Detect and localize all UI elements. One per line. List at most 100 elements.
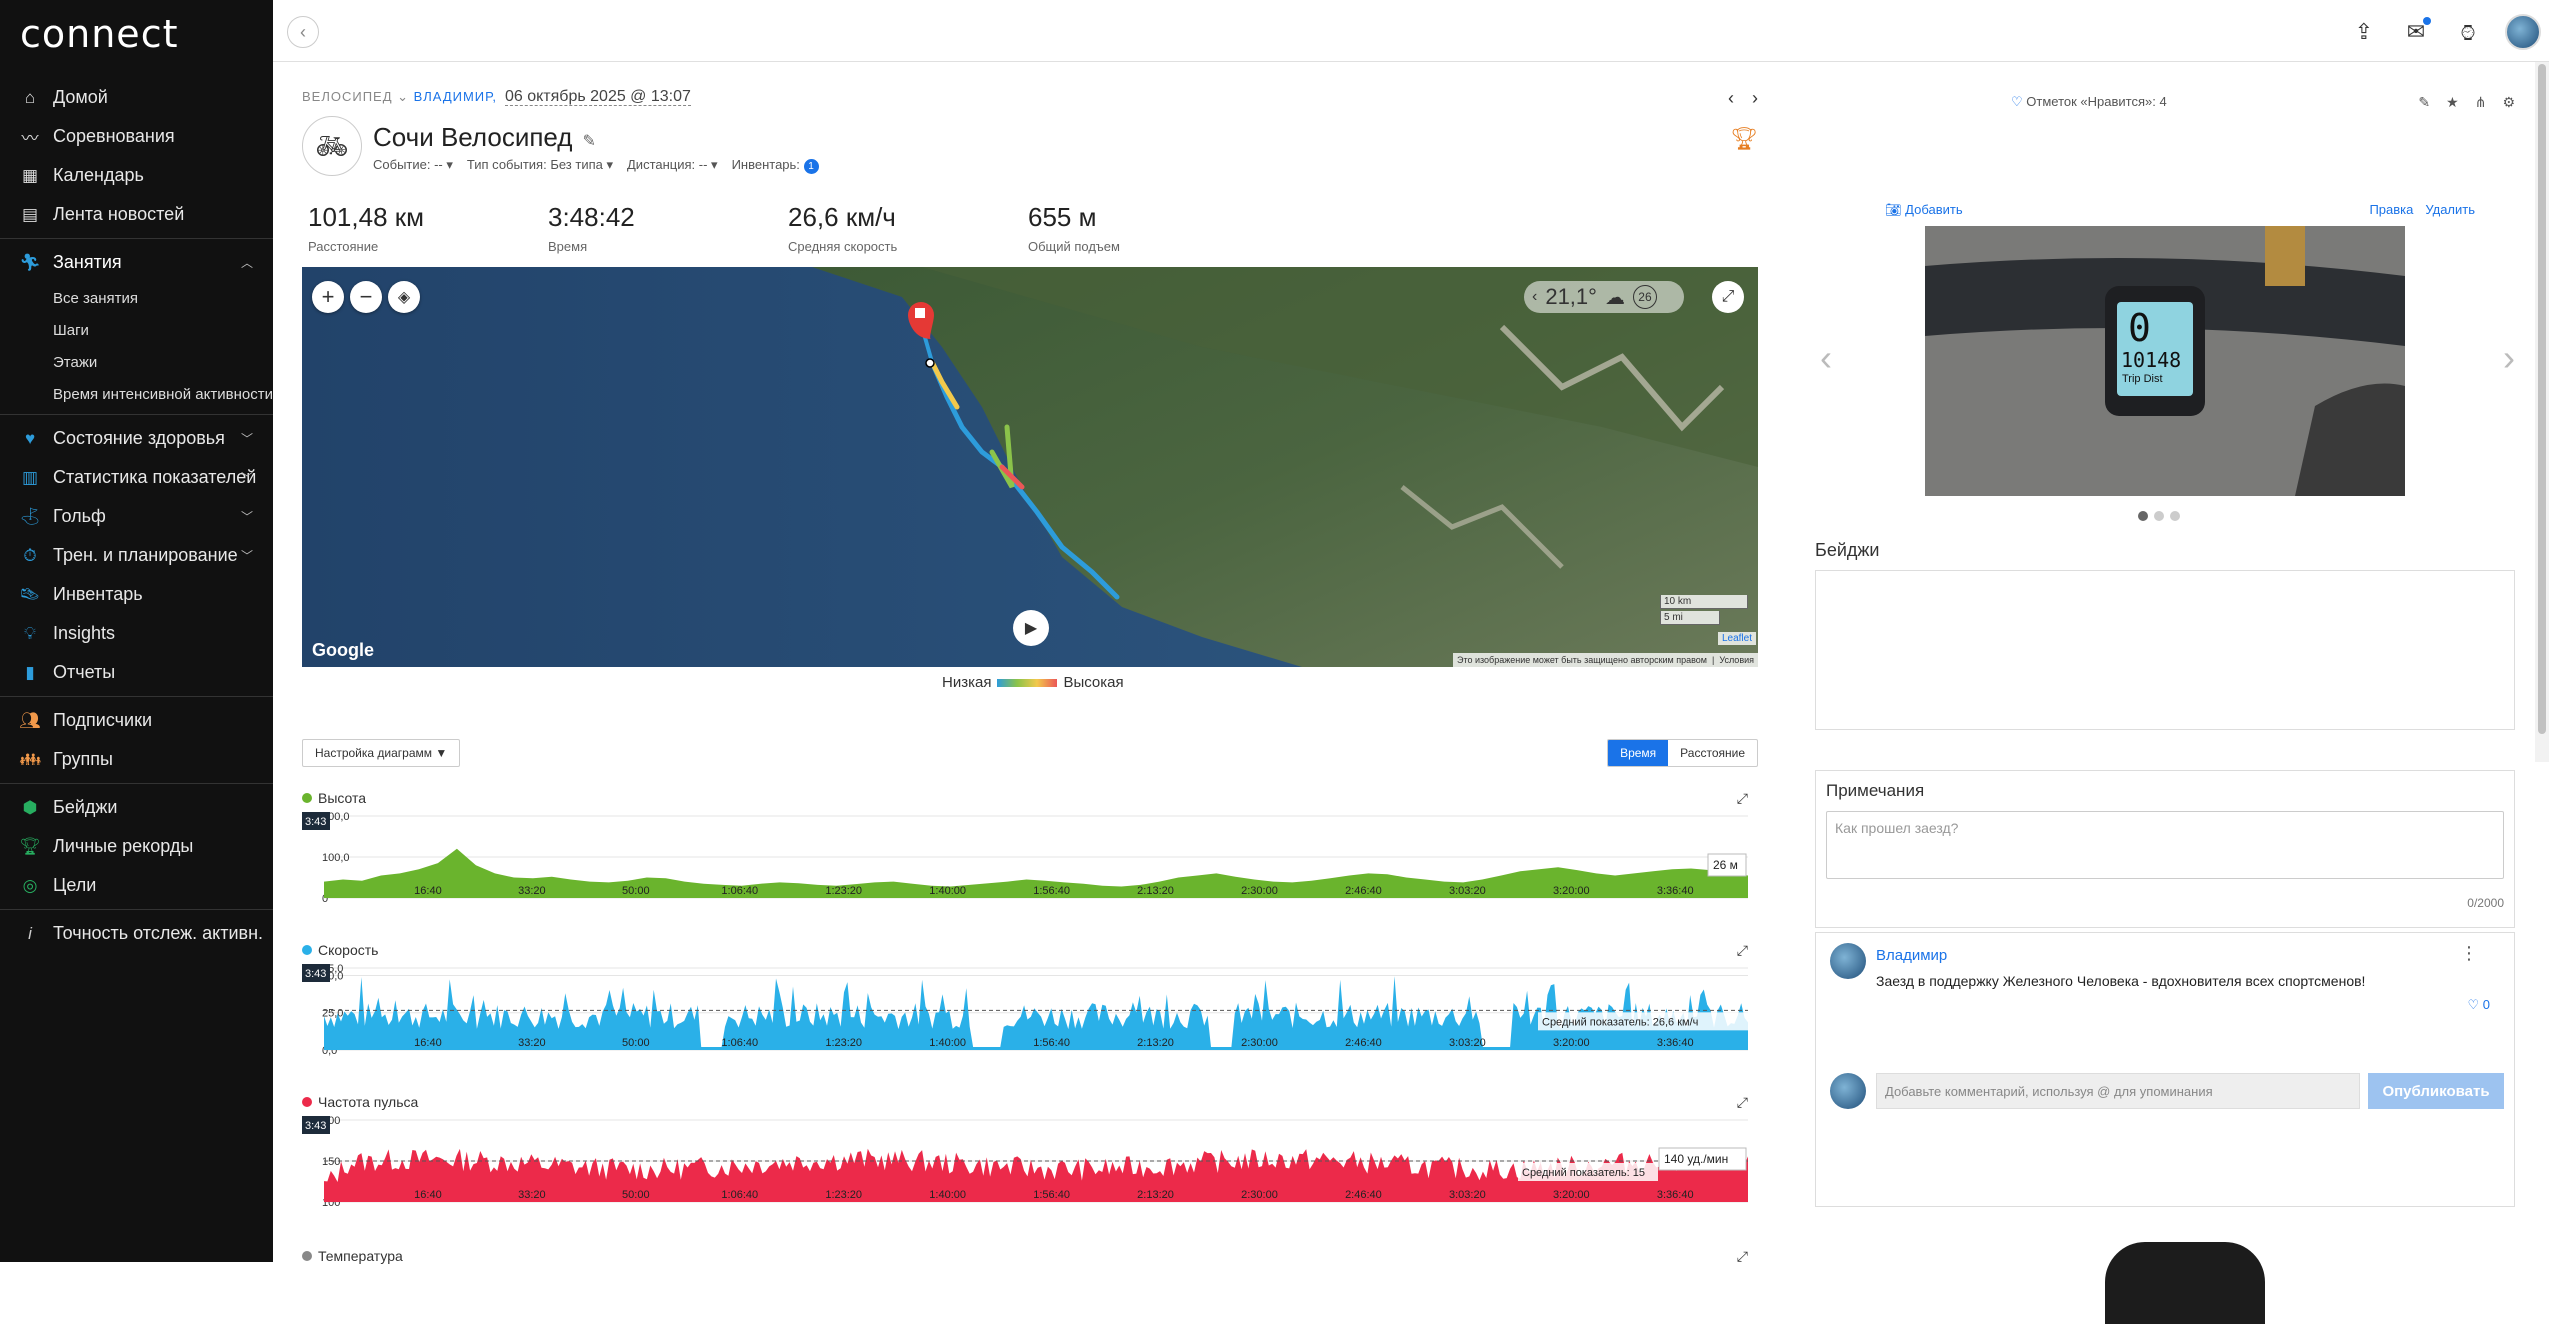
chart-settings-dropdown[interactable]: Настройка диаграмм ▼ <box>302 739 461 767</box>
carousel-dot[interactable] <box>2170 511 2180 521</box>
lightbulb-icon: 💡︎ <box>24 623 36 643</box>
scrollbar-thumb[interactable] <box>2538 64 2546 734</box>
leaflet-link[interactable]: Leaflet <box>1717 632 1756 645</box>
add-photo-link[interactable]: 📷︎ Добавить <box>1885 202 1963 218</box>
carousel-next-icon[interactable]: › <box>2503 337 2515 379</box>
event-dropdown[interactable]: Событие: -- ▾ <box>373 157 453 174</box>
nav-newsfeed[interactable]: ▤ Лента новостей <box>0 195 273 234</box>
stat-avg-speed: 26,6 км/ч Средняя скорость <box>788 202 898 254</box>
upload-icon[interactable]: ⇪ <box>2349 17 2379 47</box>
fullscreen-icon[interactable]: ⤢ <box>1712 281 1744 313</box>
speed-plot[interactable]: 55,050,025,00,016:40 33:20 50:00 1:06:40 1:2… <box>302 962 1758 1092</box>
nav-intensity-minutes[interactable]: Время интенсивной активности <box>0 378 273 410</box>
route-map[interactable]: + − ◈ ‹ 21,1° ☁︎ 26 ⤢ ▶ Google 10 km 5 m… <box>302 267 1758 667</box>
nav-reports[interactable]: ▮ Отчеты <box>0 653 273 692</box>
nav-floors[interactable]: Этажи <box>0 346 273 378</box>
notes-input[interactable]: Как прошел заезд? <box>1826 811 2504 879</box>
inbox-icon[interactable]: ✉ <box>2401 17 2431 47</box>
elevation-plot[interactable]: 200,0100,0016:40 33:20 50:00 1:06:40 1:23:20… <box>302 810 1758 940</box>
nav-golf[interactable]: ⛳︎ Гольф ﹀ <box>0 497 273 536</box>
carousel-dot[interactable] <box>2154 511 2164 521</box>
x-tick-label: 2:30:00 <box>1241 1189 1278 1201</box>
distance-toggle[interactable]: Расстояние <box>1668 740 1757 766</box>
nav-groups[interactable]: 👪︎ Группы <box>0 740 273 779</box>
nav-gear[interactable]: 👟︎ Инвентарь <box>0 575 273 614</box>
gear-field[interactable]: Инвентарь: 1 <box>732 157 819 174</box>
zoom-in-button[interactable]: + <box>312 281 344 313</box>
activity-date[interactable]: 06 октябрь 2025 @ 13:07 <box>504 88 691 106</box>
carousel-dot[interactable] <box>2138 511 2148 521</box>
weather-widget[interactable]: ‹ 21,1° ☁︎ 26 <box>1524 281 1684 313</box>
x-tick-label: 16:40 <box>414 1189 442 1201</box>
activity-photo[interactable]: 0 10148 Trip Dist <box>1925 226 2405 496</box>
likes-count[interactable]: ♡ Отметок «Нравится»: 4 <box>2011 94 2167 110</box>
carousel-prev-icon[interactable]: ‹ <box>1820 337 1832 379</box>
activity-category[interactable]: ВЕЛОСИПЕД <box>302 89 393 104</box>
next-activity-icon[interactable]: › <box>1752 88 1758 109</box>
nav-steps[interactable]: Шаги <box>0 314 273 346</box>
value-tooltip: 140 уд./мин <box>1658 1147 1747 1171</box>
trophy-icon[interactable]: 🏆︎ <box>1730 126 1758 152</box>
x-tick-label: 1:23:20 <box>825 885 862 897</box>
divider <box>0 783 273 784</box>
nav-home[interactable]: ⌂ Домой <box>0 78 273 117</box>
x-tick-label: 3:36:40 <box>1657 1037 1694 1049</box>
y-tick-label: 100,0 <box>322 852 350 864</box>
connect-logo[interactable]: connect <box>20 12 178 56</box>
commenter-name[interactable]: Владимир <box>1876 947 1947 964</box>
expand-chart-icon[interactable]: ⤢ <box>1737 1094 1748 1111</box>
event-type-dropdown[interactable]: Тип события: Без типа ▾ <box>467 157 613 174</box>
nav-all-activities[interactable]: Все занятия <box>0 282 273 314</box>
commenter-avatar[interactable] <box>1830 943 1866 979</box>
heart-rate-plot[interactable]: 20015010016:40 33:20 50:00 1:06:40 1:23:20 1:… <box>302 1114 1758 1244</box>
expand-chart-icon[interactable]: ⤢ <box>1737 1248 1748 1265</box>
zoom-out-button[interactable]: − <box>350 281 382 313</box>
prev-activity-icon[interactable]: ‹ <box>1728 88 1734 109</box>
nav-health[interactable]: ♥ Состояние здоровья ﹀ <box>0 419 273 458</box>
watch-icon[interactable]: ⌚︎ <box>2453 17 2483 47</box>
layers-icon[interactable]: ◈ <box>388 281 420 313</box>
segments-icon[interactable]: ⋔ <box>2475 94 2487 111</box>
edit-pencil-icon[interactable]: ✎ <box>582 133 595 150</box>
cycling-icon[interactable]: 🚲︎ <box>302 116 362 176</box>
distance-dropdown[interactable]: Дистанция: -- ▾ <box>627 157 718 174</box>
activity-user[interactable]: ВЛАДИМИР, <box>414 89 497 104</box>
nav-training[interactable]: ⏱︎ Трен. и планирование ﹀ <box>0 536 273 575</box>
cursor-label: 3:43 <box>302 964 330 982</box>
comment-like[interactable]: ♡ 0 <box>2467 997 2490 1013</box>
nav-stats[interactable]: ▥ Статистика показателей ﹀ <box>0 458 273 497</box>
chevron-down-icon: ﹀ <box>240 510 253 524</box>
terms-link[interactable]: Условия <box>1719 655 1754 665</box>
delete-photo-link[interactable]: Удалить <box>2425 202 2475 217</box>
expand-chart-icon[interactable]: ⤢ <box>1737 942 1748 959</box>
activity-title[interactable]: Сочи Велосипед ✎ <box>373 122 596 153</box>
time-toggle[interactable]: Время <box>1608 740 1669 766</box>
star-icon[interactable]: ★ <box>2446 94 2459 111</box>
nav-activities[interactable]: 🏃︎ Занятия ︿ <box>0 243 273 282</box>
nav-records[interactable]: 🏆︎ Личные рекорды <box>0 827 273 866</box>
gear-icon[interactable]: ⚙︎ <box>2502 94 2515 111</box>
expand-chart-icon[interactable]: ⤢ <box>1737 790 1748 807</box>
x-tick-label: 2:13:20 <box>1137 1037 1174 1049</box>
nav-tracking-accuracy[interactable]: i Точность отслеж. активн. <box>0 914 273 953</box>
back-button[interactable]: ‹ <box>287 16 319 48</box>
nav-followers[interactable]: 👥︎ Подписчики <box>0 701 273 740</box>
user-avatar[interactable] <box>2505 14 2541 50</box>
summary-stats: 101,48 км Расстояние 3:48:42 Время 26,6 км… <box>308 202 1268 254</box>
comment-input[interactable]: Добавьте комментарий, используя @ для уп… <box>1876 1073 2360 1109</box>
edit-icon[interactable]: ✎ <box>2418 94 2430 111</box>
more-vertical-icon[interactable]: ⋮ <box>2460 943 2478 964</box>
nav-calendar[interactable]: ▦ Календарь <box>0 156 273 195</box>
publish-button[interactable]: Опубликовать <box>2368 1073 2504 1109</box>
x-tick-label: 3:03:20 <box>1449 1189 1486 1201</box>
nav-challenges[interactable]: 〰 Соревнования <box>0 117 273 156</box>
nav-goals[interactable]: ◎ Цели <box>0 866 273 905</box>
edit-photo-link[interactable]: Правка <box>2369 202 2413 217</box>
y-tick-label: 150 <box>322 1156 340 1168</box>
people-icon: 👥︎ <box>19 710 41 730</box>
badge-icon: ⬢ <box>22 797 38 817</box>
legend-gradient <box>997 678 1058 687</box>
play-button[interactable]: ▶ <box>1013 610 1049 646</box>
nav-badges[interactable]: ⬢ Бейджи <box>0 788 273 827</box>
nav-insights[interactable]: 💡︎ Insights <box>0 614 273 653</box>
